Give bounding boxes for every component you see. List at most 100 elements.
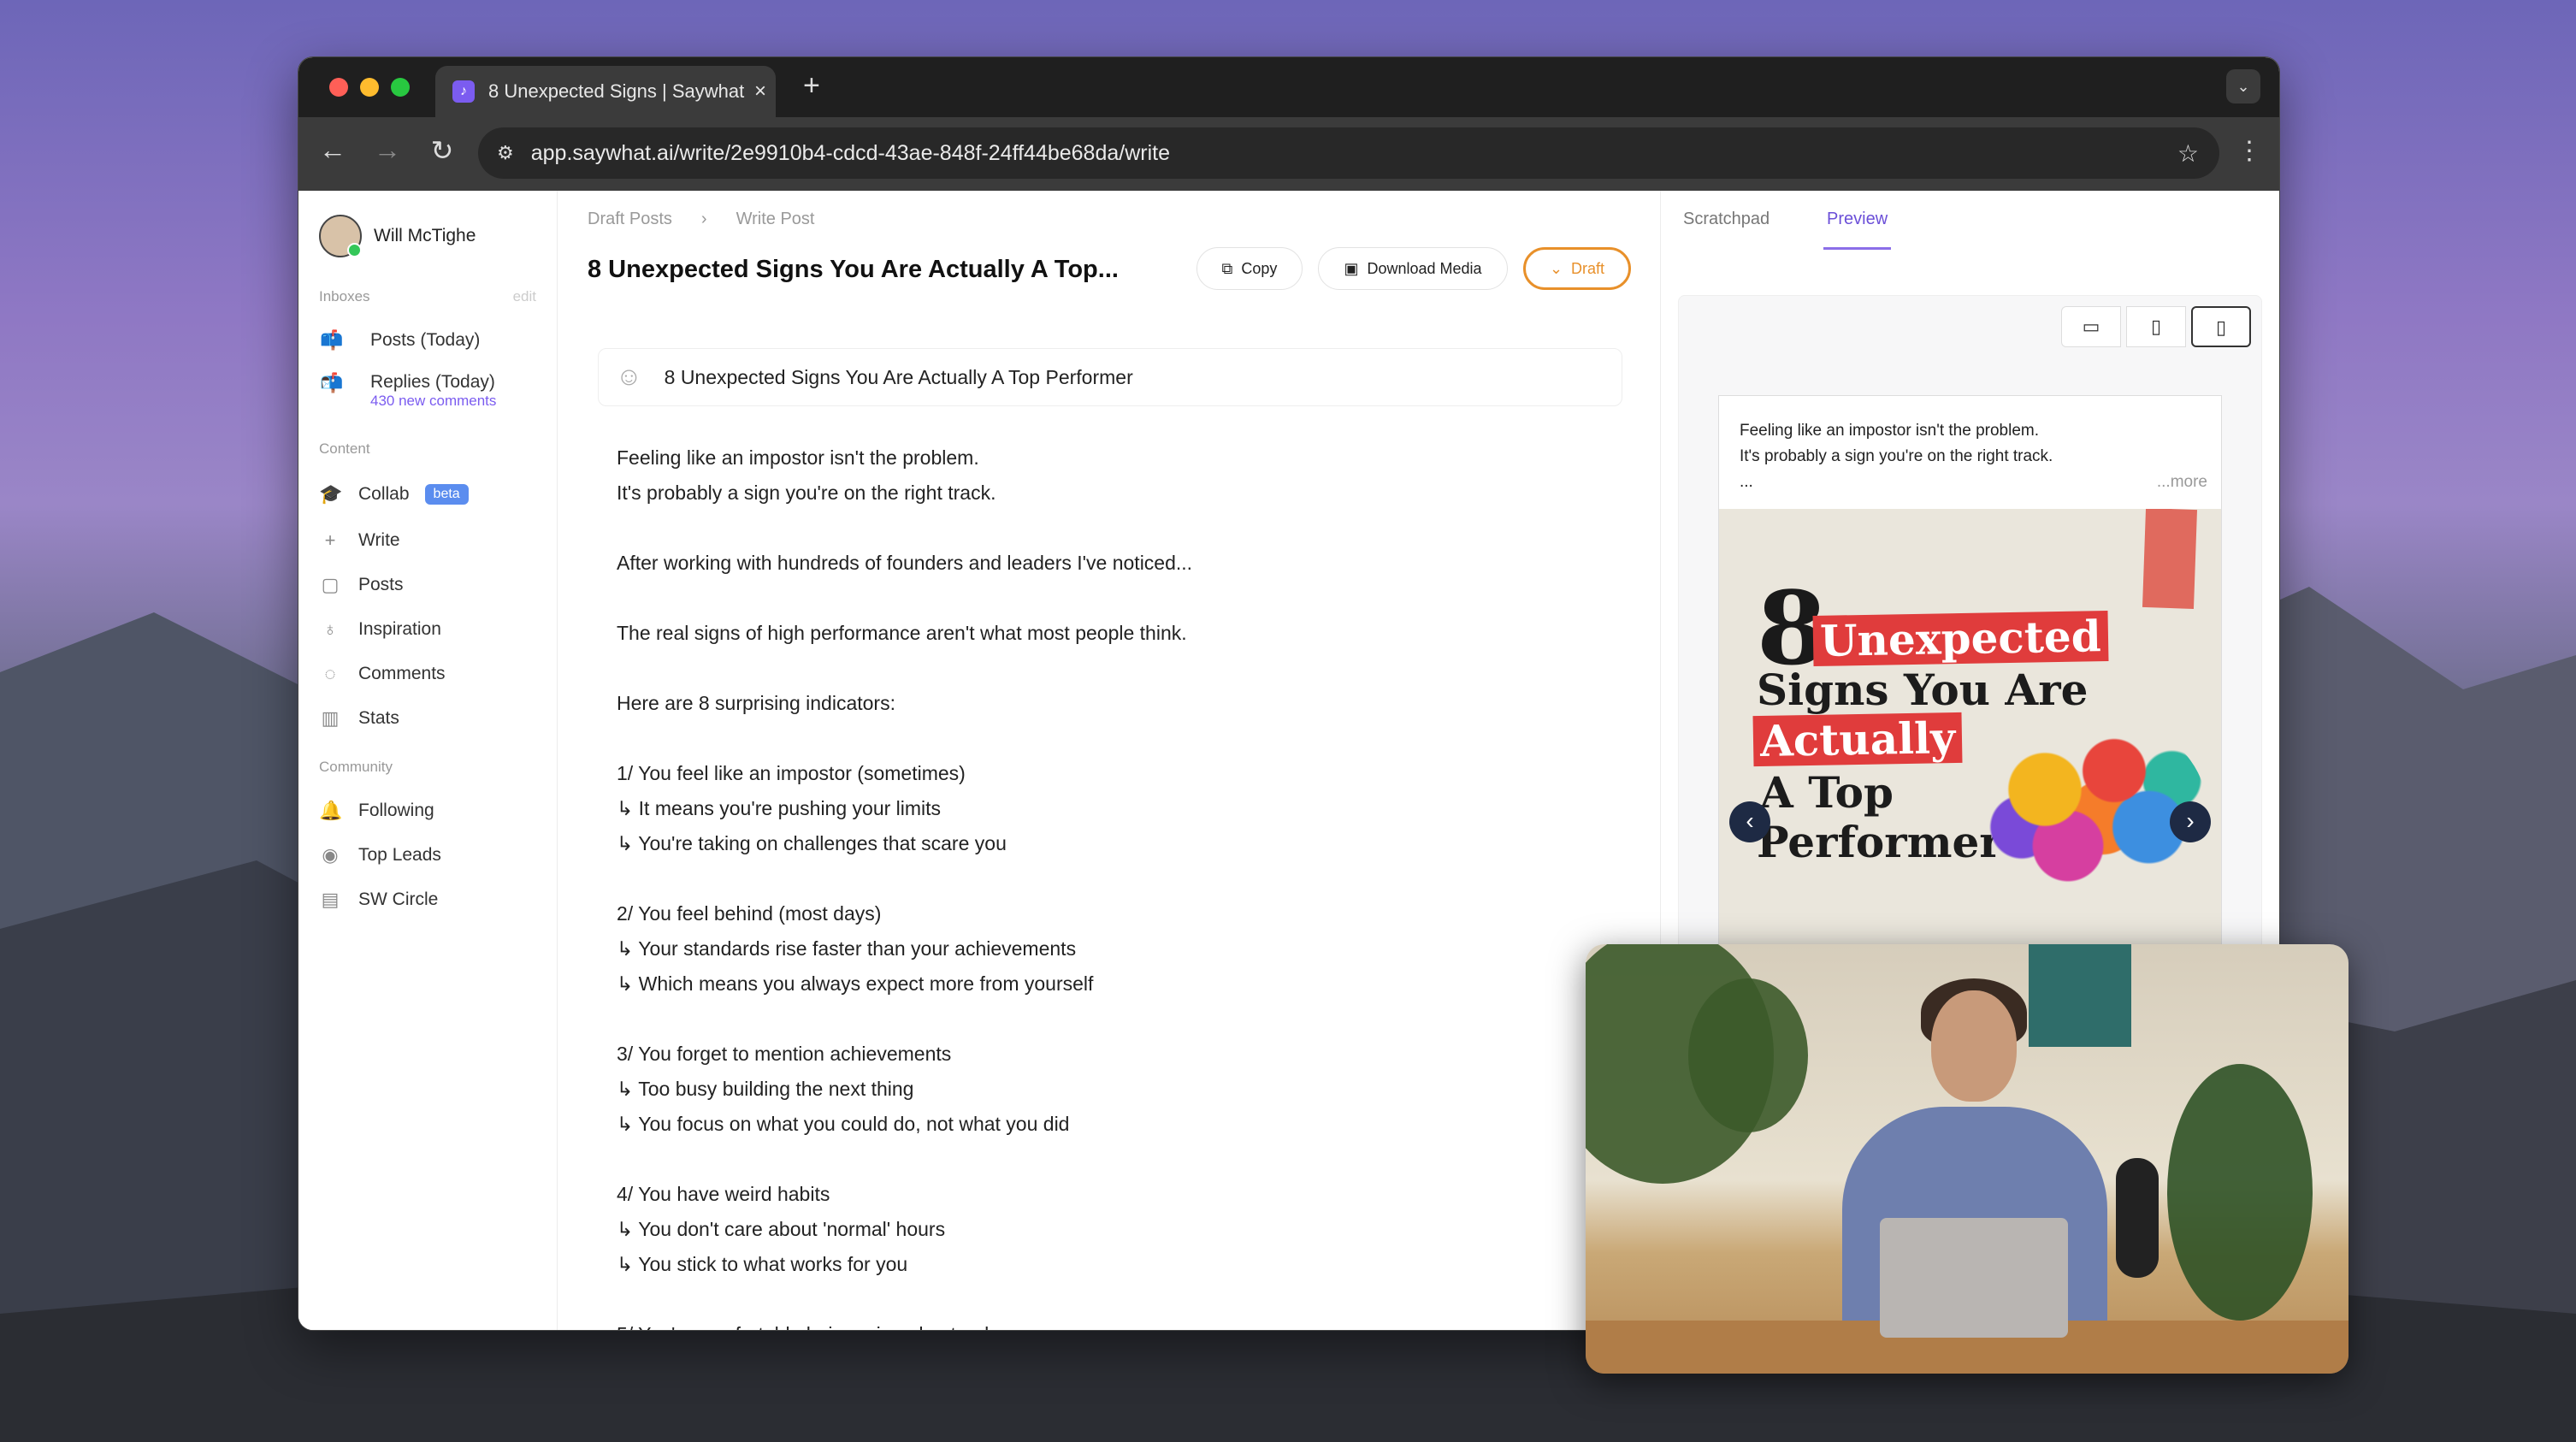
window-close-button[interactable]: [329, 78, 348, 97]
user-profile[interactable]: Will McTighe: [319, 215, 476, 257]
edit-inboxes-link[interactable]: edit: [513, 288, 536, 305]
post-body-line: 5/ You're comfortable being misunderstoo…: [617, 1317, 1609, 1330]
sidebar-item-comments[interactable]: ◌ Comments: [319, 663, 548, 685]
tab-title: 8 Unexpected Signs | Saywhat: [488, 80, 745, 102]
draft-status-button[interactable]: ⌄ Draft: [1523, 247, 1631, 290]
sidebar-item-label: Posts (Today): [370, 330, 481, 350]
media-line-1: Unexpected: [1812, 610, 2109, 667]
post-body-line: [617, 511, 1609, 546]
reload-icon[interactable]: ↻: [423, 134, 461, 167]
draft-label: Draft: [1571, 259, 1605, 277]
post-body-line: [617, 1282, 1609, 1317]
sidebar: Will McTighe Inboxes edit 📫 Posts (Today…: [298, 191, 558, 1330]
wall-poster: [2029, 944, 2131, 1047]
tab-search-chevron-icon[interactable]: ⌄: [2226, 69, 2260, 103]
post-body-line: [617, 1142, 1609, 1177]
sidebar-item-following[interactable]: 🔔 Following: [319, 800, 548, 822]
carousel-next-button[interactable]: ›: [2170, 801, 2211, 842]
mobile-icon[interactable]: ▯: [2191, 306, 2251, 347]
breadcrumb: Draft Posts › Write Post: [588, 210, 814, 229]
new-tab-button[interactable]: +: [803, 69, 820, 103]
back-arrow-icon[interactable]: ←: [314, 134, 352, 166]
chat-bubble-icon: ◌: [324, 663, 336, 684]
browser-tab[interactable]: ♪ 8 Unexpected Signs | Saywhat ×: [435, 66, 776, 117]
browser-menu-icon[interactable]: ⋮: [2236, 136, 2262, 166]
sidebar-item-label: Following: [358, 801, 434, 820]
post-body-line: Here are 8 surprising indicators:: [617, 692, 895, 714]
sidebar-item-sw-circle[interactable]: ▤ SW Circle: [319, 889, 548, 911]
content-heading: Content: [319, 440, 370, 457]
emoji-smile-icon[interactable]: ☺: [616, 363, 642, 392]
sidebar-item-label: Replies (Today): [370, 372, 495, 392]
sidebar-item-inspiration[interactable]: ♁ Inspiration: [319, 618, 548, 641]
bookmark-star-icon[interactable]: ☆: [2177, 139, 2199, 168]
sidebar-item-posts[interactable]: ▢ Posts: [319, 574, 548, 596]
see-more-link[interactable]: ...more: [2157, 470, 2207, 495]
post-body-line: It's probably a sign you're on the right…: [617, 482, 996, 504]
sidebar-item-label: Inspiration: [358, 619, 441, 639]
sidebar-item-label: Write: [358, 530, 400, 550]
laptop: [1880, 1218, 2068, 1338]
image-icon: ▣: [1344, 259, 1359, 277]
sidebar-item-label: SW Circle: [358, 889, 439, 909]
sidebar-item-top-leads[interactable]: ◉ Top Leads: [319, 844, 548, 866]
post-body-line: [617, 721, 1609, 756]
sidebar-item-replies-today[interactable]: 📬 Replies (Today) 430 new comments: [319, 372, 548, 410]
url-text[interactable]: app.saywhat.ai/write/2e9910b4-cdcd-43ae-…: [531, 141, 2177, 166]
post-body-line: [617, 651, 1609, 686]
sidebar-item-label: Posts: [358, 575, 404, 594]
site-settings-icon[interactable]: ⚙: [497, 142, 514, 164]
user-name: Will McTighe: [374, 226, 476, 245]
desktop-icon[interactable]: ▭: [2061, 306, 2121, 347]
post-body-line: The real signs of high performance aren'…: [617, 622, 1187, 644]
breadcrumb-write-post: Write Post: [736, 210, 815, 228]
carousel-prev-button[interactable]: ‹: [1729, 801, 1770, 842]
plant-leaves: [1688, 978, 1808, 1132]
newspaper-icon: ▤: [321, 889, 340, 910]
breadcrumb-draft-posts[interactable]: Draft Posts: [588, 210, 672, 229]
sidebar-item-write[interactable]: + Write: [319, 529, 548, 552]
tab-scratchpad[interactable]: Scratchpad: [1683, 210, 1770, 229]
post-body-line: 3/ You forget to mention achievements: [617, 1043, 952, 1065]
post-body-line: ↳ You stick to what works for you: [617, 1253, 908, 1275]
post-body-line: ↳ It means you're pushing your limits: [617, 797, 942, 819]
sidebar-item-posts-today[interactable]: 📫 Posts (Today): [319, 329, 548, 352]
post-body-line: After working with hundreds of founders …: [617, 552, 1193, 574]
post-body-line: [617, 1002, 1609, 1037]
sidebar-item-stats[interactable]: ▥ Stats: [319, 707, 548, 730]
forward-arrow-icon[interactable]: →: [369, 134, 406, 166]
document-icon: ▢: [321, 574, 340, 595]
bar-chart-icon: ▥: [321, 707, 340, 729]
media-line-4: A Top: [1760, 767, 1894, 818]
sidebar-item-label: Top Leads: [358, 845, 441, 865]
tab-close-icon[interactable]: ×: [745, 80, 776, 103]
post-title-text[interactable]: 8 Unexpected Signs You Are Actually A To…: [665, 366, 1133, 389]
copy-button[interactable]: ⧉ Copy: [1196, 247, 1303, 290]
plus-icon: +: [324, 529, 336, 551]
mailbox-red-icon: 📬: [320, 372, 344, 393]
beta-badge: beta: [424, 484, 469, 505]
window-minimize-button[interactable]: [360, 78, 379, 97]
post-body-line: 1/ You feel like an impostor (sometimes): [617, 762, 966, 784]
post-body-editor[interactable]: Feeling like an impostor isn't the probl…: [617, 440, 1609, 1330]
post-title-field[interactable]: ☺ 8 Unexpected Signs You Are Actually A …: [598, 348, 1622, 406]
new-comments-count: 430 new comments: [370, 393, 497, 409]
address-bar[interactable]: ⚙ app.saywhat.ai/write/2e9910b4-cdcd-43a…: [478, 127, 2219, 179]
presenter-face: [1931, 990, 2017, 1102]
microphone: [2116, 1158, 2159, 1278]
webcam-overlay: [1586, 944, 2349, 1374]
chevron-right-icon: ›: [700, 210, 707, 228]
sidebar-item-label: Stats: [358, 708, 399, 728]
post-body-line: 2/ You feel behind (most days): [617, 902, 882, 925]
tablet-icon[interactable]: ▯: [2126, 306, 2186, 347]
chevron-down-icon: ⌄: [1549, 259, 1563, 277]
saywhat-favicon-icon: ♪: [452, 80, 475, 103]
graduation-cap-icon: 🎓: [319, 483, 343, 505]
editor-main: Draft Posts › Write Post 8 Unexpected Si…: [557, 191, 1660, 1330]
tab-preview[interactable]: Preview: [1823, 210, 1892, 250]
window-maximize-button[interactable]: [391, 78, 410, 97]
download-media-button[interactable]: ▣ Download Media: [1318, 247, 1508, 290]
download-media-label: Download Media: [1367, 259, 1482, 277]
lightbulb-icon: ♁: [322, 618, 338, 640]
sidebar-item-collab[interactable]: 🎓 Collab beta: [319, 483, 548, 505]
